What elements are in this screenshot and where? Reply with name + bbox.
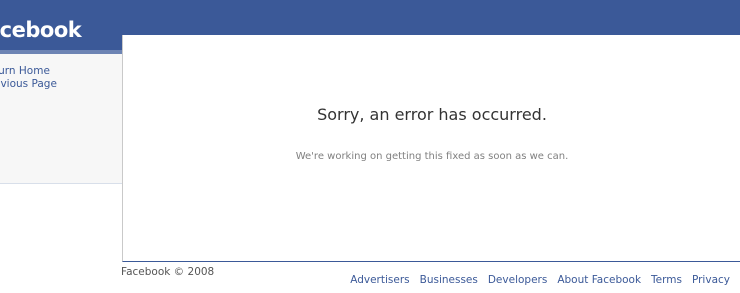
footer-link-businesses[interactable]: Businesses (420, 274, 478, 286)
previous-page-link[interactable]: evious Page (0, 78, 57, 90)
footer-link-advertisers[interactable]: Advertisers (350, 274, 409, 286)
return-home-link[interactable]: turn Home (0, 65, 50, 77)
error-message: We're working on getting this fixed as s… (295, 151, 569, 162)
error-panel: Sorry, an error has occurred. We're work… (122, 35, 740, 262)
footer-link-privacy[interactable]: Privacy (692, 274, 730, 286)
sidebar: turn Home evious Page (0, 50, 122, 184)
footer-link-about-facebook[interactable]: About Facebook (557, 274, 641, 286)
copyright-text: Facebook © 2008 (121, 266, 215, 278)
facebook-logo[interactable]: acebook (0, 18, 82, 42)
error-title: Sorry, an error has occurred. (317, 105, 547, 124)
footer-link-developers[interactable]: Developers (488, 274, 547, 286)
footer-link-terms[interactable]: Terms (651, 274, 682, 286)
sidebar-divider (0, 50, 122, 54)
footer-links: Advertisers Businesses Developers About … (350, 274, 730, 286)
